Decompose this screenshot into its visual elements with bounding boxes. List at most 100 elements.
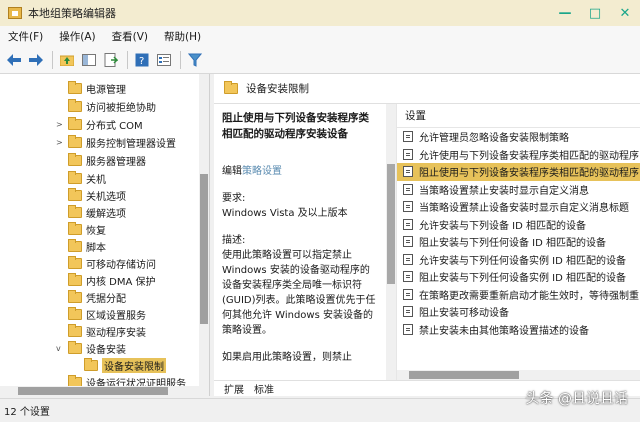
- tree-vertical-scrollbar[interactable]: [199, 74, 209, 386]
- tree-item-mitigation-options[interactable]: 缓解选项: [68, 204, 126, 221]
- menu-view[interactable]: 查看(V): [112, 29, 148, 44]
- folder-icon: [68, 256, 82, 269]
- tree-item-label: 驱动程序安装: [86, 328, 146, 339]
- menu-action[interactable]: 操作(A): [59, 29, 95, 44]
- show-tree-icon[interactable]: [79, 50, 99, 70]
- window-title: 本地组策略编辑器: [28, 7, 116, 20]
- tree-item-server-manager[interactable]: 服务器管理器: [68, 152, 146, 169]
- export-list-icon[interactable]: [101, 50, 121, 70]
- tree-item-scripts[interactable]: 脚本: [68, 238, 106, 255]
- tree-item-device-installation-restrictions[interactable]: 设备安装限制: [84, 357, 166, 374]
- toolbar-separator: [180, 50, 181, 69]
- tree-item-shutdown[interactable]: 关机: [68, 170, 106, 187]
- tree-item-label: 凭据分配: [86, 294, 126, 305]
- tree-item-power-management[interactable]: 电源管理: [68, 80, 126, 97]
- setting-row[interactable]: 阻止安装与下列任何设备实例 ID 相匹配的设备: [397, 268, 640, 286]
- chevron-down-icon[interactable]: v: [56, 344, 61, 353]
- edit-policy-link[interactable]: 策略设置: [242, 166, 282, 177]
- tree-item-shutdown-options[interactable]: 关机选项: [68, 187, 126, 204]
- folder-icon: [68, 290, 82, 303]
- requirement-block: 要求: Windows Vista 及以上版本: [222, 191, 378, 221]
- menu-bar: 文件(F) 操作(A) 查看(V) 帮助(H): [0, 26, 640, 46]
- close-button[interactable]: ✕: [610, 0, 640, 26]
- tab-standard[interactable]: 标准: [254, 381, 274, 396]
- tab-extended[interactable]: 扩展: [224, 381, 244, 396]
- maximize-button[interactable]: □: [580, 0, 610, 26]
- setting-row[interactable]: 允许使用与下列设备安装程序类相匹配的驱动程序: [397, 146, 640, 164]
- minimize-button[interactable]: —: [550, 0, 580, 26]
- tree-item-removable-storage-access[interactable]: 可移动存储访问: [68, 255, 156, 272]
- tree-item-locale-services[interactable]: 区域设置服务: [68, 306, 146, 323]
- tree-item-access-denied-assistance[interactable]: 访问被拒绝协助: [68, 98, 156, 115]
- tree-item-recovery[interactable]: 恢复: [68, 221, 106, 238]
- setting-row[interactable]: 允许安装与下列任何设备实例 ID 相匹配的设备: [397, 251, 640, 269]
- settings-horizontal-scrollbar[interactable]: [397, 370, 640, 380]
- setting-label: 阻止使用与下列设备安装程序类相匹配的驱动程序: [419, 168, 639, 180]
- requirement-label: 要求:: [222, 193, 246, 204]
- tree-item-label: 缓解选项: [86, 209, 126, 220]
- tree-vertical-scroll-thumb[interactable]: [200, 174, 208, 324]
- help-icon[interactable]: ?: [132, 50, 152, 70]
- folder-icon: [68, 273, 82, 286]
- tree-item-label: 关机: [86, 175, 106, 186]
- tree-horizontal-scrollbar[interactable]: [0, 386, 209, 396]
- tree-item-label: 关机选项: [86, 192, 126, 203]
- chevron-right-icon[interactable]: >: [56, 120, 63, 129]
- setting-label: 阻止安装可移动设备: [419, 308, 509, 320]
- tree-item-device-installation[interactable]: v 设备安装: [56, 340, 126, 357]
- details-header-title: 设备安装限制: [246, 83, 309, 95]
- setting-label: 阻止安装与下列任何设备实例 ID 相匹配的设备: [419, 273, 627, 285]
- menu-file[interactable]: 文件(F): [8, 29, 43, 44]
- policy-setting-icon: [403, 288, 413, 300]
- policy-setting-icon: [403, 306, 413, 318]
- setting-row-selected[interactable]: 阻止使用与下列设备安装程序类相匹配的驱动程序: [397, 163, 640, 181]
- tree-item-distributed-com[interactable]: > 分布式 COM: [56, 116, 143, 133]
- settings-horizontal-scroll-thumb[interactable]: [409, 371, 519, 379]
- setting-row[interactable]: 阻止安装可移动设备: [397, 303, 640, 321]
- policy-setting-icon: [403, 236, 413, 248]
- settings-column-header[interactable]: 设置: [397, 104, 640, 128]
- policy-setting-icon: [403, 271, 413, 283]
- tree-item-driver-installation[interactable]: 驱动程序安装: [68, 323, 146, 340]
- tree-item-kernel-dma-protection[interactable]: 内核 DMA 保护: [68, 272, 156, 289]
- setting-label: 在策略更改需要重新启动才能生效时，等待强制重: [419, 290, 639, 302]
- setting-row[interactable]: 当策略设置禁止安装时显示自定义消息: [397, 181, 640, 199]
- folder-icon: [68, 324, 82, 337]
- policy-setting-icon: [403, 201, 413, 213]
- tree-item-label: 区域设置服务: [86, 311, 146, 322]
- properties-icon[interactable]: [154, 50, 174, 70]
- policy-setting-icon: [403, 131, 413, 143]
- menu-help[interactable]: 帮助(H): [164, 29, 201, 44]
- tree-item-label: 脚本: [86, 243, 106, 254]
- folder-icon: [68, 307, 82, 320]
- folder-icon: [68, 341, 82, 354]
- requirement-value: Windows Vista 及以上版本: [222, 208, 348, 219]
- tree-item-service-control-manager[interactable]: > 服务控制管理器设置: [56, 134, 176, 151]
- setting-label: 禁止安装未由其他策略设置描述的设备: [419, 325, 589, 337]
- tree-item-label: 访问被拒绝协助: [86, 103, 156, 114]
- policy-title: 阻止使用与下列设备安装程序类相匹配的驱动程序安装设备: [222, 112, 369, 140]
- setting-row[interactable]: 当策略设置禁止设备安装时显示自定义消息标题: [397, 198, 640, 216]
- tree-item-label: 可移动存储访问: [86, 260, 156, 271]
- up-folder-icon[interactable]: [57, 50, 77, 70]
- description-block: 描述: 使用此策略设置可以指定禁止 Windows 安装的设备驱动程序的设备安装…: [222, 233, 378, 338]
- description-label: 描述:: [222, 235, 246, 246]
- tree-item-label: 分布式 COM: [86, 121, 143, 132]
- tree-item-credentials-delegation[interactable]: 凭据分配: [68, 289, 126, 306]
- setting-row[interactable]: 阻止安装与下列任何设备 ID 相匹配的设备: [397, 233, 640, 251]
- tree-item-label: 设备安装限制: [102, 358, 166, 373]
- back-icon[interactable]: [4, 50, 24, 70]
- folder-icon: [68, 153, 82, 166]
- setting-row[interactable]: 允许安装与下列设备 ID 相匹配的设备: [397, 216, 640, 234]
- description-scroll-thumb[interactable]: [387, 164, 395, 284]
- forward-icon[interactable]: [26, 50, 46, 70]
- tree-item-label: 内核 DMA 保护: [86, 277, 156, 288]
- setting-label: 允许使用与下列设备安装程序类相匹配的驱动程序: [419, 150, 639, 162]
- tree-horizontal-scroll-thumb[interactable]: [18, 387, 168, 395]
- chevron-right-icon[interactable]: >: [56, 138, 63, 147]
- setting-row[interactable]: 禁止安装未由其他策略设置描述的设备: [397, 321, 640, 339]
- setting-row[interactable]: 在策略更改需要重新启动才能生效时，等待强制重: [397, 286, 640, 304]
- filter-icon[interactable]: [185, 50, 205, 70]
- description-scrollbar[interactable]: [386, 104, 396, 380]
- setting-row[interactable]: 允许管理员忽略设备安装限制策略: [397, 128, 640, 146]
